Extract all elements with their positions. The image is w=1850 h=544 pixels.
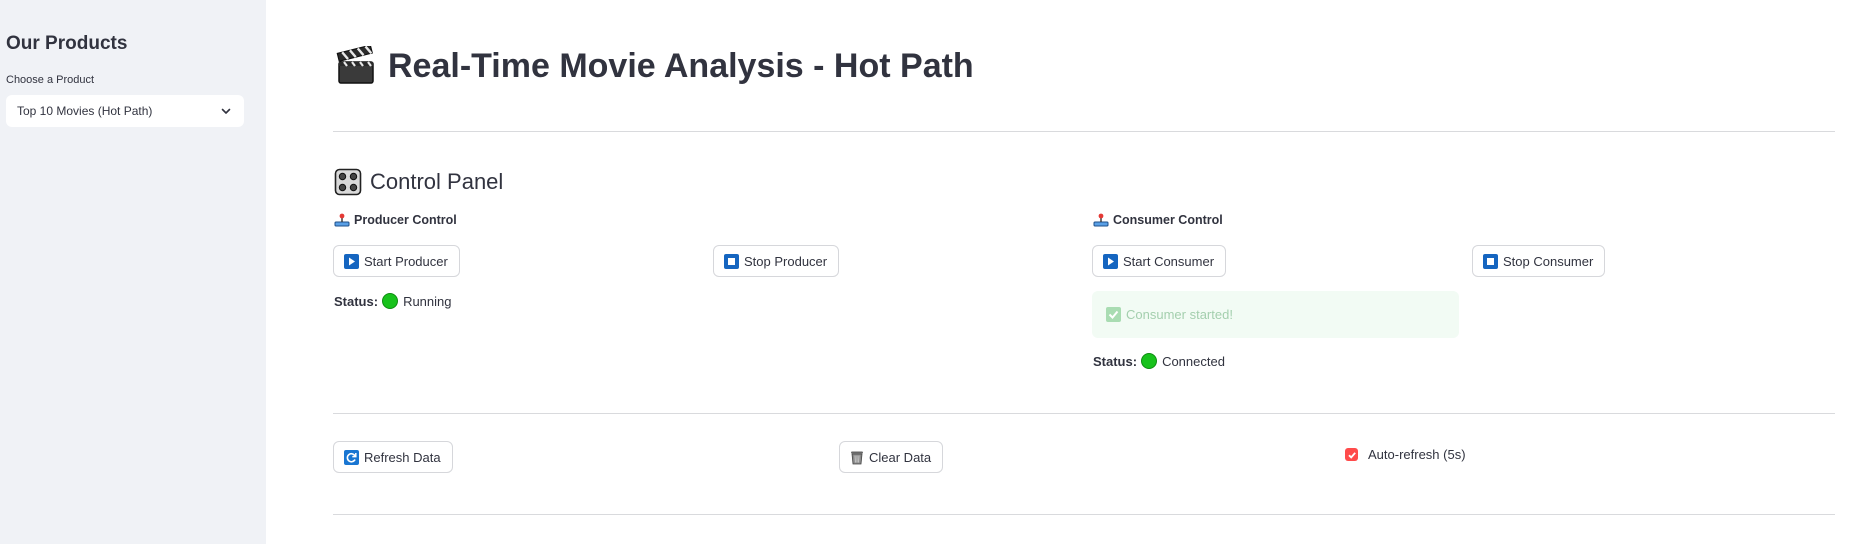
stop-producer-button[interactable]: Stop Producer (713, 245, 840, 277)
chevron-down-icon (221, 108, 231, 114)
consumer-success-alert: Consumer started! (1092, 291, 1459, 338)
producer-status: Status: Running (334, 293, 452, 309)
joystick-icon (1093, 213, 1109, 227)
check-mark-icon (1106, 307, 1121, 322)
stop-button-icon (724, 253, 739, 269)
producer-status-label: Status: (334, 293, 379, 309)
start-consumer-button[interactable]: Start Consumer (1092, 245, 1227, 277)
control-panel-heading-text: Control Panel (370, 169, 504, 194)
clapper-board-icon (336, 46, 374, 84)
play-button-icon (1103, 253, 1118, 269)
joystick-icon (334, 213, 350, 227)
producer-control-heading: Producer Control (334, 213, 457, 227)
refresh-data-button[interactable]: Refresh Data (333, 441, 453, 473)
consumer-status-label: Status: (1093, 353, 1138, 369)
product-select-value: Top 10 Movies (Hot Path) (17, 104, 153, 118)
clear-data-button[interactable]: Clear Data (839, 441, 944, 473)
producer-status-value: Running (403, 293, 452, 309)
product-select-label: Choose a Product (6, 74, 95, 86)
control-knobs-icon (334, 168, 362, 196)
stop-consumer-button[interactable]: Stop Consumer (1472, 245, 1606, 277)
auto-refresh-checkbox[interactable]: Auto-refresh (5s) (1345, 447, 1466, 462)
page-title: Real-Time Movie Analysis - Hot Path (336, 46, 974, 86)
auto-refresh-label: Auto-refresh (5s) (1368, 447, 1466, 462)
sidebar-title: Our Products (6, 33, 128, 54)
stop-button-icon (1483, 253, 1498, 269)
checkbox-checked-icon[interactable] (1345, 448, 1358, 461)
divider (333, 514, 1835, 515)
consumer-status-value: Connected (1162, 353, 1225, 369)
status-green-dot-icon (1141, 353, 1158, 369)
sidebar: Our Products Choose a Product Top 10 Mov… (0, 0, 266, 544)
consumer-status: Status: Connected (1093, 353, 1225, 369)
divider (333, 413, 1835, 414)
divider (333, 131, 1835, 132)
play-button-icon (344, 253, 359, 269)
consumer-control-heading: Consumer Control (1093, 213, 1223, 227)
product-select[interactable]: Top 10 Movies (Hot Path) (6, 95, 244, 127)
start-producer-button[interactable]: Start Producer (333, 245, 460, 277)
control-panel-heading: Control Panel (334, 168, 503, 196)
refresh-icon (344, 449, 359, 465)
status-green-dot-icon (382, 293, 399, 309)
wastebasket-icon (851, 451, 863, 464)
page-title-text: Real-Time Movie Analysis - Hot Path (388, 46, 974, 85)
